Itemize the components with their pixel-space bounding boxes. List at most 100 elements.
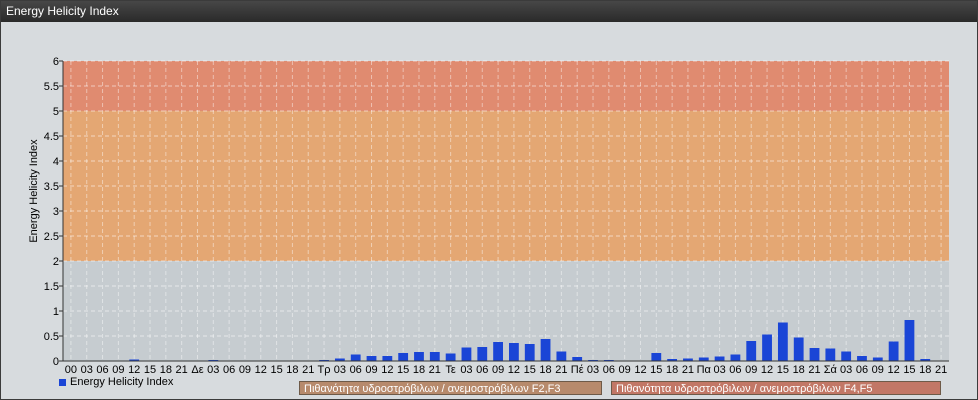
x-tick-label: 09	[492, 364, 504, 376]
x-tick-label: 12	[508, 364, 520, 376]
x-tick-label: 18	[539, 364, 551, 376]
bar-43	[746, 341, 757, 361]
x-tick-label: 12	[634, 364, 646, 376]
bar-31	[556, 351, 567, 361]
y-tick-label: 5	[53, 106, 59, 118]
x-tick-label: 15	[270, 364, 282, 376]
bar-25	[461, 347, 472, 361]
x-tick-label: 03	[207, 364, 219, 376]
x-tick-label: 21	[808, 364, 820, 376]
x-tick-label: 21	[429, 364, 441, 376]
bar-27	[493, 342, 503, 361]
y-tick-label: 3	[53, 206, 59, 218]
x-tick-label: 12	[888, 364, 900, 376]
x-tick-label: 12	[255, 364, 267, 376]
x-tick-label: 18	[160, 364, 172, 376]
x-tick-label: 15	[903, 364, 915, 376]
x-tick-label: 12	[761, 364, 773, 376]
bar-40	[698, 357, 709, 361]
bar-47	[809, 348, 820, 361]
x-tick-label: 03	[713, 364, 725, 376]
x-tick-label: 09	[745, 364, 757, 376]
x-tick-label: 18	[286, 364, 298, 376]
bar-19	[366, 356, 377, 361]
legend: Energy Helicity Index	[59, 376, 173, 388]
bar-52	[888, 341, 899, 361]
y-tick-label: 4	[53, 156, 59, 168]
x-tick-label: 21	[555, 364, 567, 376]
bar-26	[477, 347, 488, 361]
legend-swatch	[59, 378, 66, 386]
x-tick-label: 06	[96, 364, 108, 376]
window-title: Energy Helicity Index	[1, 1, 977, 22]
bar-49	[841, 351, 852, 361]
y-tick-label: 2.5	[44, 231, 59, 243]
x-tick-label: Δε	[191, 364, 203, 376]
bar-24	[445, 353, 456, 361]
x-tick-label: 21	[302, 364, 314, 376]
x-tick-label: 09	[619, 364, 631, 376]
x-tick-label: 09	[872, 364, 884, 376]
y-tick-label: 3.5	[44, 181, 59, 193]
bar-42	[730, 354, 741, 361]
x-tick-label: Τρ	[318, 364, 331, 376]
x-tick-label: 12	[128, 364, 140, 376]
x-tick-label: 06	[350, 364, 362, 376]
chart-plot: 00.511.522.533.544.555.56 00 03 06 09 12 15 18…	[28, 56, 949, 376]
x-tick-label: 15	[144, 364, 156, 376]
bar-48	[825, 348, 836, 361]
bar-30	[540, 339, 551, 361]
x-tick-label: 03	[81, 364, 93, 376]
x-tick-label: Πα	[697, 364, 712, 376]
x-tick-label: 15	[777, 364, 789, 376]
x-tick-label: Σά	[824, 364, 838, 376]
x-tick-label: 03	[460, 364, 472, 376]
bar-21	[398, 353, 409, 361]
bar-51	[872, 357, 883, 361]
y-tick-label: 0	[53, 356, 59, 368]
x-tick-label: 03	[334, 364, 346, 376]
x-tick-label: 18	[793, 364, 805, 376]
x-tick-label: 15	[650, 364, 662, 376]
x-tick-label: 15	[524, 364, 536, 376]
x-tick-label: 06	[856, 364, 868, 376]
bar-37	[651, 353, 662, 361]
y-tick-label: 1.5	[44, 281, 59, 293]
y-tick-label: 1	[53, 306, 59, 318]
bar-22	[414, 352, 424, 361]
bar-53	[904, 320, 915, 361]
bar-46	[793, 337, 804, 361]
band-label-f4-f5: Πιθανότητα υδροστρόβιλων / ανεμοστρόβιλω…	[611, 381, 941, 395]
x-tick-label: 15	[397, 364, 409, 376]
y-tick-label: 5.5	[44, 81, 59, 93]
x-tick-label: 18	[666, 364, 678, 376]
x-tick-label: 09	[239, 364, 251, 376]
y-tick-label: 6	[53, 56, 59, 68]
bar-32	[572, 357, 583, 361]
chart-window: Energy Helicity Index 0 0.5 1 1.5 2 2.5 3 3.5 4 4…	[0, 0, 978, 400]
bar-18	[350, 354, 361, 361]
x-tick-label: 06	[729, 364, 741, 376]
bar-45	[777, 322, 788, 361]
x-tick-label: 03	[840, 364, 852, 376]
y-tick-labels: 0 0.5 1 1.5 2 2.5 3 3.5 4 4.5 5 5.5 6	[44, 56, 63, 368]
x-tick-labels: 00 03 06 09 12 15 18 21 Δε 03 06 09 12 15 18 21 Τρ 03 06 09…	[65, 364, 947, 376]
x-tick-label: 06	[476, 364, 488, 376]
y-tick-label: 4.5	[44, 131, 59, 143]
bar-41	[714, 356, 725, 361]
band-label-f2-f3: Πιθανότητα υδροστρόβιλων / ανεμοστρόβιλω…	[299, 381, 602, 395]
x-tick-label: Τε	[445, 364, 456, 376]
x-tick-label: 18	[413, 364, 425, 376]
bar-20	[382, 356, 393, 361]
x-tick-label: 03	[587, 364, 599, 376]
x-tick-label: 06	[223, 364, 235, 376]
bar-50	[857, 356, 867, 361]
bar-28	[509, 343, 519, 361]
x-tick-label: 06	[603, 364, 615, 376]
legend-label: Energy Helicity Index	[70, 376, 174, 388]
x-tick-label: 09	[365, 364, 377, 376]
bar-23	[429, 352, 440, 361]
bar-29	[524, 344, 535, 361]
x-tick-label: 18	[919, 364, 931, 376]
x-tick-label: 21	[935, 364, 947, 376]
